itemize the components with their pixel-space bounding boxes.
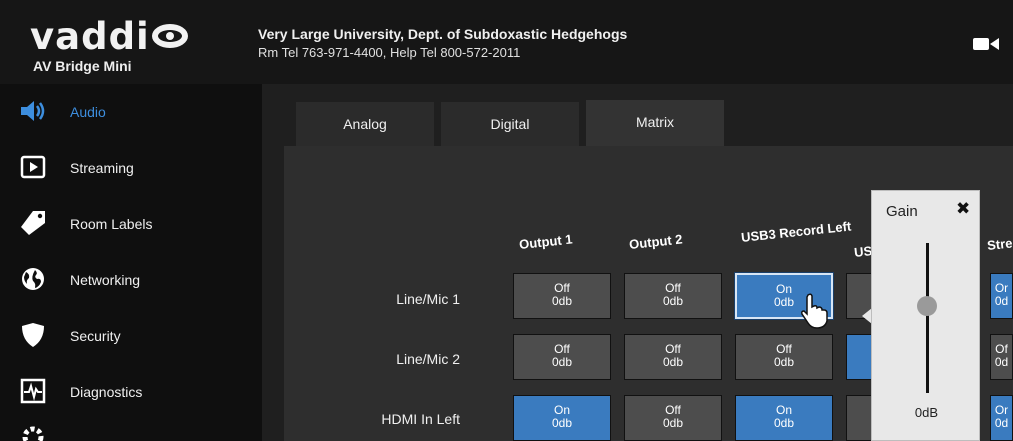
- logo[interactable]: vaddi AV Bridge Mini: [30, 18, 188, 74]
- sidebar-item-label: Audio: [70, 104, 106, 120]
- sidebar-item-label: Room Labels: [70, 216, 153, 232]
- sidebar-item-diagnostics[interactable]: Diagnostics: [0, 364, 262, 420]
- sidebar-item-label: Diagnostics: [70, 384, 143, 400]
- shield-icon: [22, 323, 44, 347]
- header: vaddi AV Bridge Mini Very Large Universi…: [0, 0, 1013, 84]
- sidebar-item-label: Streaming: [70, 160, 134, 176]
- hand-cursor-icon: [801, 293, 828, 329]
- play-icon: [20, 155, 46, 179]
- pulse-icon: [20, 378, 46, 404]
- gain-slider-handle[interactable]: [917, 296, 937, 316]
- brand-logo: vaddi: [30, 18, 188, 56]
- matrix-cell[interactable]: Off 0db: [624, 334, 722, 380]
- column-header: Stre: [986, 235, 1013, 253]
- matrix-cell[interactable]: On 0db: [735, 395, 833, 441]
- row-label: HDMI In Left: [381, 411, 460, 427]
- sidebar-item-streaming[interactable]: Streaming: [0, 140, 262, 196]
- matrix-cell[interactable]: Off 0db: [735, 334, 833, 380]
- matrix-cell[interactable]: On 0db: [513, 395, 611, 441]
- sidebar-item-networking[interactable]: Networking: [0, 252, 262, 308]
- gain-title: Gain: [886, 203, 918, 220]
- matrix-cell[interactable]: Off 0db: [513, 273, 611, 319]
- tag-icon: [21, 211, 45, 235]
- tab-analog[interactable]: Analog: [296, 102, 434, 146]
- sidebar-item-room-labels[interactable]: Room Labels: [0, 196, 262, 252]
- row-label: Line/Mic 1: [396, 291, 460, 307]
- gain-popup: Gain ✖ 0dB: [871, 190, 980, 441]
- sidebar-item-label: Networking: [70, 272, 141, 288]
- organization-phones: Rm Tel 763-971-4400, Help Tel 800-572-20…: [258, 45, 521, 60]
- sidebar-item-audio[interactable]: Audio: [0, 84, 262, 140]
- app-window: vaddi AV Bridge Mini Very Large Universi…: [0, 0, 1013, 441]
- organization-info: Very Large University, Dept. of Subdoxas…: [258, 26, 627, 60]
- row-label: Line/Mic 2: [396, 351, 460, 367]
- gain-slider-track[interactable]: [926, 243, 929, 393]
- matrix-cell[interactable]: Off 0db: [624, 273, 722, 319]
- matrix-cell-partial[interactable]: Or 0d: [990, 273, 1013, 319]
- logo-o-icon: [151, 24, 188, 48]
- tab-matrix[interactable]: Matrix: [586, 100, 724, 146]
- gain-value: 0dB: [914, 405, 939, 420]
- matrix-cell-partial[interactable]: Of 0d: [990, 334, 1013, 380]
- sidebar-item-label: Security: [70, 328, 121, 344]
- camera-icon[interactable]: [973, 36, 999, 52]
- matrix-cell[interactable]: Off 0db: [513, 334, 611, 380]
- product-name: AV Bridge Mini: [33, 58, 132, 74]
- organization-name: Very Large University, Dept. of Subdoxas…: [258, 26, 628, 42]
- close-icon[interactable]: ✖: [956, 199, 970, 219]
- matrix-cell[interactable]: Off 0db: [624, 395, 722, 441]
- globe-icon: [22, 268, 44, 290]
- matrix-cell-partial[interactable]: Or 0d: [990, 395, 1013, 441]
- speaker-icon: [21, 101, 45, 121]
- tab-digital[interactable]: Digital: [441, 102, 579, 146]
- sidebar-item-security[interactable]: Security: [0, 308, 262, 364]
- gear-icon[interactable]: [20, 424, 46, 441]
- sidebar: Audio Streaming Room Labels Networking S…: [0, 84, 262, 441]
